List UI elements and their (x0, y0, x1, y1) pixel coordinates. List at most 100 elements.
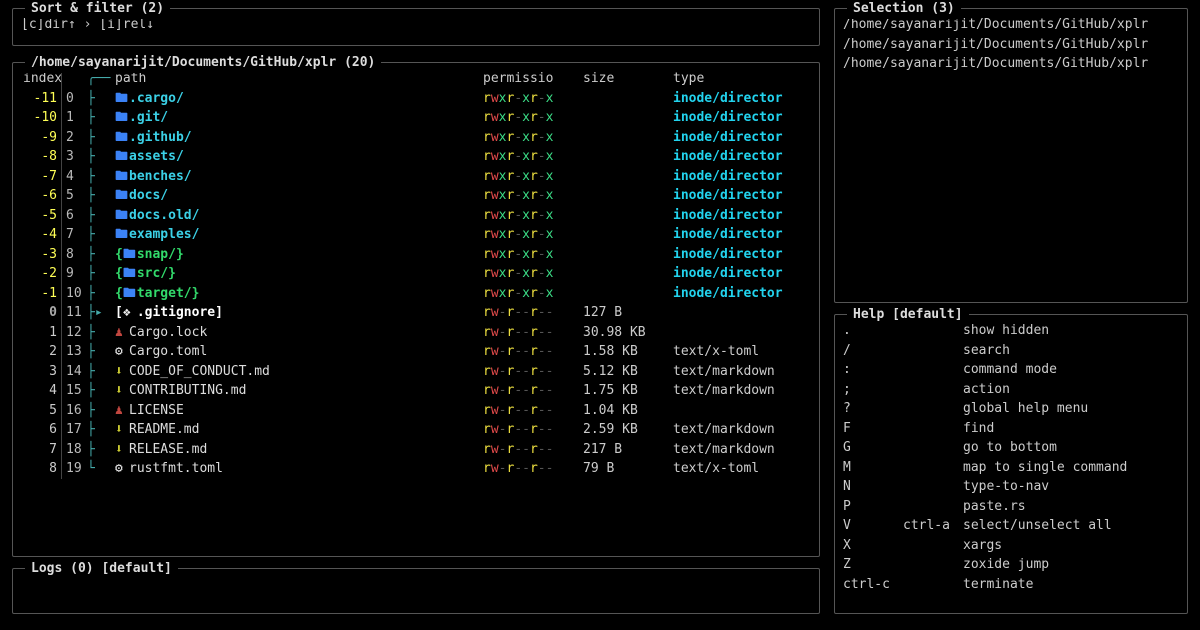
help-key: V (843, 516, 903, 536)
row-name: 🖿.github/ (115, 128, 483, 148)
row-absolute-index: 2 (61, 128, 87, 148)
row-size: 127 B (583, 303, 673, 323)
row-size: 5.12 KB (583, 362, 673, 382)
file-row[interactable]: -47├🖿examples/rwxr-xr-xinode/director (23, 225, 809, 245)
row-size (583, 225, 673, 245)
row-size: 1.58 KB (583, 342, 673, 362)
row-size (583, 186, 673, 206)
row-permissions: rwxr-xr-x (483, 89, 583, 109)
row-relative-index: 4 (23, 381, 61, 401)
row-relative-index: 2 (23, 342, 61, 362)
selection-item[interactable]: /home/sayanarijit/Documents/GitHub/xplr (843, 35, 1179, 55)
file-row[interactable]: 516├♟LICENSErw-r--r--1.04 KB (23, 401, 809, 421)
file-row[interactable]: 718├⬇RELEASE.mdrw-r--r--217 Btext/markdo… (23, 440, 809, 460)
hdr-size: size (583, 69, 673, 89)
row-size: 2.59 KB (583, 420, 673, 440)
row-relative-index: -11 (23, 89, 61, 109)
file-row[interactable]: -101├🖿.git/rwxr-xr-xinode/director (23, 108, 809, 128)
tree-branch: ├ (87, 342, 115, 362)
file-row[interactable]: -74├🖿benches/rwxr-xr-xinode/director (23, 167, 809, 187)
row-size (583, 147, 673, 167)
row-name: ♟Cargo.lock (115, 323, 483, 343)
row-permissions: rw-r--r-- (483, 362, 583, 382)
file-row[interactable]: -29├{🖿src/}rwxr-xr-xinode/director (23, 264, 809, 284)
row-absolute-index: 1 (61, 108, 87, 128)
file-row[interactable]: 415├⬇CONTRIBUTING.mdrw-r--r--1.75 KBtext… (23, 381, 809, 401)
file-row[interactable]: -110├{🖿target/}rwxr-xr-xinode/director (23, 284, 809, 304)
row-type: text/x-toml (673, 459, 803, 479)
selection-item[interactable]: /home/sayanarijit/Documents/GitHub/xplr (843, 54, 1179, 74)
row-name: 🖿benches/ (115, 167, 483, 187)
row-absolute-index: 5 (61, 186, 87, 206)
row-permissions: rw-r--r-- (483, 401, 583, 421)
row-name: ⚙Cargo.toml (115, 342, 483, 362)
tree-branch: ├ (87, 284, 115, 304)
row-type: inode/director (673, 284, 803, 304)
tree-branch: ├▸ (87, 303, 115, 323)
row-type: inode/director (673, 206, 803, 226)
row-relative-index: 1 (23, 323, 61, 343)
help-modifier (903, 399, 963, 419)
file-row[interactable]: 617├⬇README.mdrw-r--r--2.59 KBtext/markd… (23, 420, 809, 440)
file-row[interactable]: -56├🖿docs.old/rwxr-xr-xinode/director (23, 206, 809, 226)
row-absolute-index: 6 (61, 206, 87, 226)
help-key: P (843, 497, 903, 517)
row-type: inode/director (673, 147, 803, 167)
file-row[interactable]: -65├🖿docs/rwxr-xr-xinode/director (23, 186, 809, 206)
row-relative-index: 8 (23, 459, 61, 479)
tree-branch: ├ (87, 323, 115, 343)
down-icon: ⬇ (115, 420, 129, 440)
help-row: ctrl-cterminate (843, 575, 1179, 595)
help-description: xargs (963, 536, 1179, 556)
row-size (583, 89, 673, 109)
row-permissions: rw-r--r-- (483, 459, 583, 479)
file-row[interactable]: -83├🖿assets/rwxr-xr-xinode/director (23, 147, 809, 167)
dir-icon: 🖿 (115, 206, 129, 226)
row-absolute-index: 4 (61, 167, 87, 187)
tree-branch: ├ (87, 147, 115, 167)
file-row[interactable]: 112├♟Cargo.lockrw-r--r--30.98 KB (23, 323, 809, 343)
gear-icon: ⚙ (115, 342, 129, 362)
row-type: text/x-toml (673, 342, 803, 362)
row-type: inode/director (673, 264, 803, 284)
dir-icon: 🖿 (115, 89, 129, 109)
tree-branch: ├ (87, 225, 115, 245)
row-size: 217 B (583, 440, 673, 460)
row-size (583, 284, 673, 304)
row-relative-index: 6 (23, 420, 61, 440)
help-key: / (843, 341, 903, 361)
help-row: Mmap to single command (843, 458, 1179, 478)
row-type (673, 303, 803, 323)
row-type: inode/director (673, 245, 803, 265)
file-row[interactable]: 314├⬇CODE_OF_CONDUCT.mdrw-r--r--5.12 KBt… (23, 362, 809, 382)
row-absolute-index: 11 (61, 303, 87, 323)
dir-icon: 🖿 (123, 245, 137, 265)
help-row: Ggo to bottom (843, 438, 1179, 458)
row-relative-index: 0 (23, 303, 61, 323)
row-relative-index: -5 (23, 206, 61, 226)
help-key: ? (843, 399, 903, 419)
tree-branch: ├ (87, 401, 115, 421)
dir-icon: 🖿 (123, 264, 137, 284)
help-description: type-to-nav (963, 477, 1179, 497)
file-row[interactable]: -92├🖿.github/rwxr-xr-xinode/director (23, 128, 809, 148)
dir-icon: 🖿 (123, 284, 137, 304)
file-row[interactable]: 819└⚙rustfmt.tomlrw-r--r--79 Btext/x-tom… (23, 459, 809, 479)
row-relative-index: -10 (23, 108, 61, 128)
row-type: text/markdown (673, 440, 803, 460)
tree-branch: ├ (87, 362, 115, 382)
logs-panel: Logs (0) [default] (12, 568, 820, 614)
file-row[interactable]: 011├▸[❖.gitignore]rw-r--r--127 B (23, 303, 809, 323)
selection-title: Selection (3) (847, 0, 961, 19)
row-type: inode/director (673, 89, 803, 109)
help-key: F (843, 419, 903, 439)
file-row[interactable]: 213├⚙Cargo.tomlrw-r--r--1.58 KBtext/x-to… (23, 342, 809, 362)
help-description: paste.rs (963, 497, 1179, 517)
tree-branch: ├ (87, 245, 115, 265)
row-name: 🖿assets/ (115, 147, 483, 167)
file-row[interactable]: -110├🖿.cargo/rwxr-xr-xinode/director (23, 89, 809, 109)
help-modifier (903, 575, 963, 595)
help-description: action (963, 380, 1179, 400)
row-type (673, 323, 803, 343)
file-row[interactable]: -38├{🖿snap/}rwxr-xr-xinode/director (23, 245, 809, 265)
